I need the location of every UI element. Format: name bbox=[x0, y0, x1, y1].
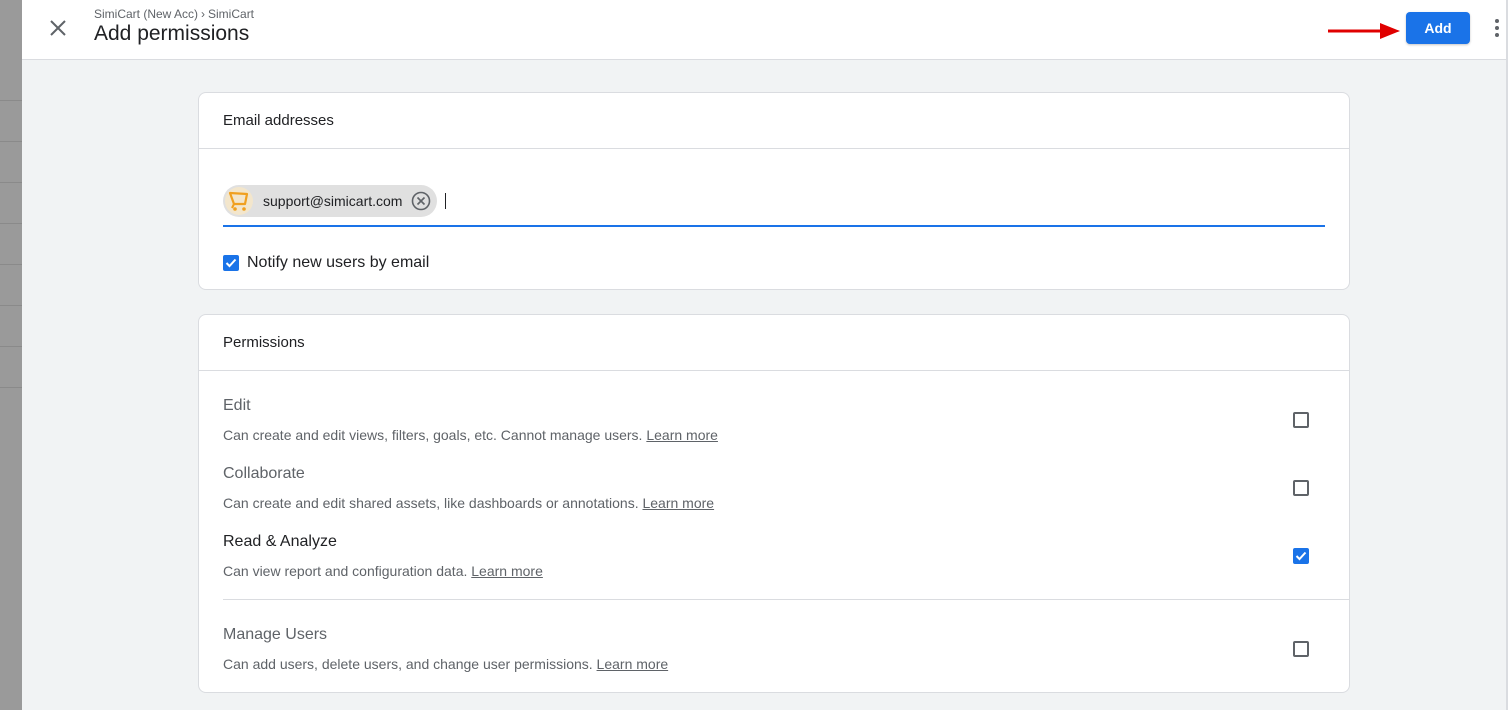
more-vert-icon[interactable] bbox=[1492, 18, 1502, 38]
permission-row-manage-users: Manage Users Can add users, delete users… bbox=[223, 626, 1325, 686]
notify-label: Notify new users by email bbox=[247, 254, 430, 271]
learn-more-link[interactable]: Learn more bbox=[597, 656, 669, 672]
breadcrumb-account[interactable]: SimiCart (New Acc) bbox=[94, 7, 198, 21]
divider bbox=[223, 599, 1349, 600]
email-input[interactable]: support@simicart.com bbox=[223, 185, 1325, 227]
permission-description: Can add users, delete users, and change … bbox=[223, 656, 669, 672]
cancel-icon[interactable] bbox=[411, 191, 431, 211]
manage-users-checkbox[interactable] bbox=[1293, 641, 1309, 657]
permission-description: Can view report and configuration data. … bbox=[223, 563, 543, 579]
permission-name: Read & Analyze bbox=[223, 533, 337, 550]
email-card-heading: Email addresses bbox=[199, 93, 1349, 149]
simicart-logo-icon bbox=[225, 187, 253, 215]
permission-row-edit: Edit Can create and edit views, filters,… bbox=[223, 397, 1325, 457]
permissions-card: Permissions Edit Can create and edit vie… bbox=[198, 314, 1350, 693]
permission-description: Can create and edit shared assets, like … bbox=[223, 495, 715, 511]
page-title: Add permissions bbox=[94, 22, 250, 45]
permission-row-collaborate: Collaborate Can create and edit shared a… bbox=[223, 465, 1325, 525]
learn-more-link[interactable]: Learn more bbox=[471, 563, 543, 579]
learn-more-link[interactable]: Learn more bbox=[646, 427, 718, 443]
notify-checkbox[interactable] bbox=[223, 255, 239, 271]
dialog-header: SimiCart (New Acc) › SimiCart Add permissi… bbox=[22, 0, 1506, 60]
breadcrumb: SimiCart (New Acc) › SimiCart bbox=[94, 7, 254, 21]
breadcrumb-property[interactable]: SimiCart bbox=[208, 7, 254, 21]
chip-email-label: support@simicart.com bbox=[263, 193, 403, 209]
permission-name: Manage Users bbox=[223, 626, 328, 643]
edit-checkbox[interactable] bbox=[1293, 412, 1309, 428]
text-caret bbox=[445, 193, 446, 209]
backdrop-strip bbox=[0, 0, 22, 710]
read-analyze-checkbox[interactable] bbox=[1293, 548, 1309, 564]
permission-name: Collaborate bbox=[223, 465, 305, 482]
permission-description: Can create and edit views, filters, goal… bbox=[223, 427, 718, 443]
close-icon[interactable] bbox=[46, 16, 70, 40]
breadcrumb-separator: › bbox=[201, 7, 206, 21]
permission-name: Edit bbox=[223, 397, 251, 414]
learn-more-link[interactable]: Learn more bbox=[642, 495, 714, 511]
permissions-card-heading: Permissions bbox=[199, 315, 1349, 371]
arrow-icon bbox=[1328, 21, 1402, 41]
email-addresses-card: Email addresses support@simicart.com Not… bbox=[198, 92, 1350, 290]
add-button[interactable]: Add bbox=[1406, 12, 1470, 44]
collaborate-checkbox[interactable] bbox=[1293, 480, 1309, 496]
permission-row-read-analyze: Read & Analyze Can view report and confi… bbox=[223, 533, 1325, 593]
email-chip[interactable]: support@simicart.com bbox=[223, 185, 437, 217]
